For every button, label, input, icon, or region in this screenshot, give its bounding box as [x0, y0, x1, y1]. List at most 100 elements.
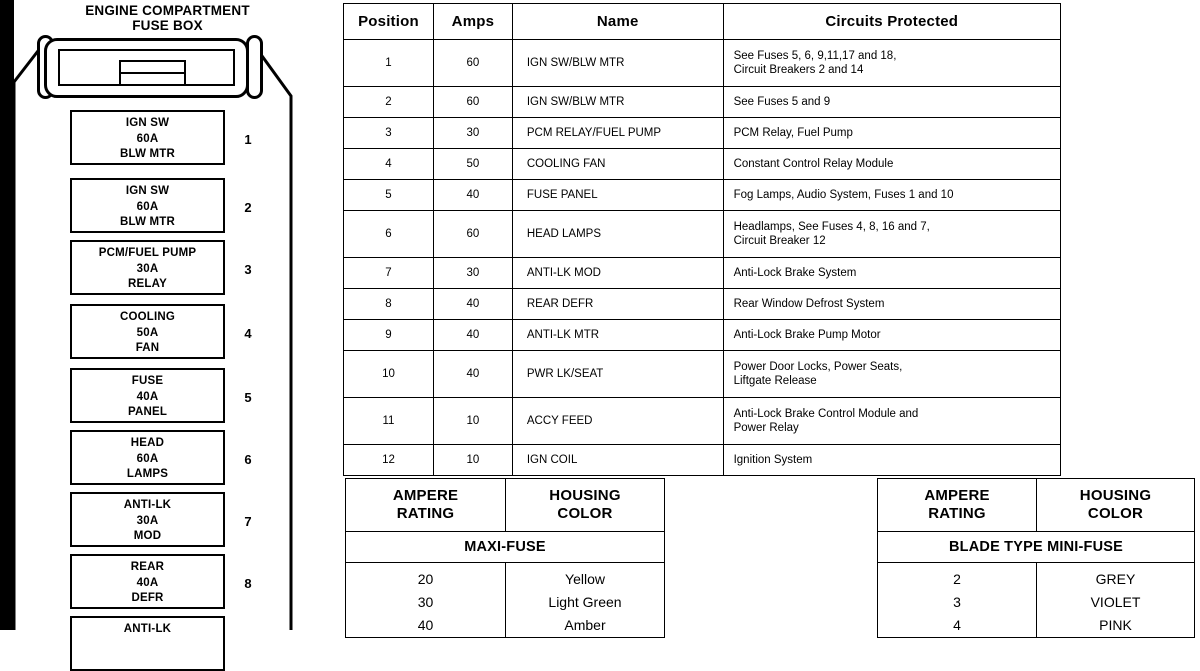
cell-name: IGN COIL: [511, 444, 724, 476]
fuse-block-4-name2: FAN: [135, 342, 160, 354]
fuse-block-3-name: PCM/FUEL PUMP: [98, 247, 197, 259]
cell-circuits: See Fuses 5, 6, 9,11,17 and 18, Circuit B…: [722, 39, 1062, 87]
fuse-block-6-name: HEAD: [130, 437, 165, 449]
cell-amps: 40: [432, 179, 513, 211]
table-row: 12 10 IGN COIL Ignition System: [343, 444, 1062, 476]
diagram-title-line-1: ENGINE COMPARTMENT: [85, 3, 250, 18]
cell-position: 12: [343, 444, 434, 476]
fuse-block-5[interactable]: FUSE 40A PANEL: [70, 368, 225, 423]
fuse-block-8-amps: 40A: [136, 576, 159, 589]
cell-position: 5: [343, 179, 434, 211]
cell-name: PWR LK/SEAT: [511, 350, 724, 398]
fuse-block-6[interactable]: HEAD 60A LAMPS: [70, 430, 225, 485]
cell-name: ANTI-LK MOD: [511, 257, 724, 289]
cell-circuits: Power Door Locks, Power Seats, Liftgate R…: [722, 350, 1062, 398]
cell-position: 11: [343, 397, 434, 445]
fuse-block-9[interactable]: ANTI-LK: [70, 616, 225, 671]
maxi-fuse-color-table-container: AMPERE RATING HOUSING COLOR MAXI-FUSE 20…: [345, 478, 665, 638]
cell-amps: 60: [432, 86, 513, 118]
mini-header-housing-color: HOUSING COLOR: [1036, 478, 1195, 532]
fuse-circuits-table: Position Amps Name Circuits Protected 16…: [343, 3, 1062, 476]
table-header-row: Position Amps Name Circuits Protected: [343, 3, 1062, 40]
cell-position: 4: [343, 148, 434, 180]
header-circuits: Circuits Protected: [722, 3, 1062, 40]
maxi-colors-list: Yellow Light Green Amber: [505, 562, 665, 638]
cell-name: IGN SW/BLW MTR: [511, 39, 724, 87]
cell-position: 2: [343, 86, 434, 118]
cell-name: IGN SW/BLW MTR: [511, 86, 724, 118]
header-position: Position: [343, 3, 434, 40]
fuse-block-4-name: COOLING: [119, 311, 176, 323]
fuse-index-7: 7: [244, 514, 252, 529]
fuse-block-4[interactable]: COOLING 50A FAN: [70, 304, 225, 359]
fuse-block-5-name2: PANEL: [127, 406, 168, 418]
cell-circuits: Ignition System: [722, 444, 1062, 476]
fuse-block-5-amps: 40A: [136, 390, 159, 403]
fuse-block-8-name: REAR: [130, 561, 165, 573]
table-row: 11 10 ACCY FEED Anti-Lock Brake Control Mod…: [343, 397, 1062, 445]
engine-compartment-fuse-box-diagram: ENGINE COMPARTMENT FUSE BOX IGN SW 60A B…: [0, 0, 335, 671]
cell-amps: 10: [432, 444, 513, 476]
maxi-header-rating: RATING: [396, 505, 455, 522]
fuse-block-4-amps: 50A: [136, 326, 159, 339]
diagram-title: ENGINE COMPARTMENT FUSE BOX: [30, 3, 305, 33]
cell-position: 10: [343, 350, 434, 398]
maxi-header-housing: HOUSING: [549, 487, 621, 504]
cell-circuits: See Fuses 5 and 9: [722, 86, 1062, 118]
maxi-subhead-row: MAXI-FUSE: [345, 531, 665, 563]
cell-circuits: PCM Relay, Fuel Pump: [722, 117, 1062, 149]
maxi-header-color: COLOR: [557, 505, 613, 522]
table-row: 8 40 REAR DEFR Rear Window Defrost System: [343, 288, 1062, 320]
mini-header-color: COLOR: [1087, 505, 1144, 522]
fuse-index-1: 1: [244, 132, 252, 147]
fuse-block-7[interactable]: ANTI-LK 30A MOD: [70, 492, 225, 547]
cell-name: COOLING FAN: [511, 148, 724, 180]
fuse-block-8[interactable]: REAR 40A DEFR: [70, 554, 225, 609]
fuse-block-7-name: ANTI-LK: [123, 499, 172, 511]
cell-amps: 60: [432, 39, 513, 87]
table-row: 5 40 FUSE PANEL Fog Lamps, Audio System, Fu…: [343, 179, 1062, 211]
table-row: 1 60 IGN SW/BLW MTR See Fuses 5, 6, 9,11,17…: [343, 39, 1062, 87]
maxi-header-housing-color: HOUSING COLOR: [505, 478, 665, 532]
maxi-values-row: 20 30 40 Yellow Light Green Amber: [345, 562, 665, 638]
mini-header-housing: HOUSING: [1079, 487, 1152, 504]
table-row: 6 60 HEAD LAMPS Headlamps, See Fuses 4, 8, …: [343, 210, 1062, 258]
fuse-index-5: 5: [244, 390, 252, 405]
cell-name: ANTI-LK MTR: [511, 319, 724, 351]
mini-header-ampere-rating: AMPERE RATING: [877, 478, 1037, 532]
cell-position: 8: [343, 288, 434, 320]
fuse-block-1-amps: 60A: [136, 132, 159, 145]
mini-values-row: 234 GREY VIOLET PINK: [877, 562, 1195, 638]
fuse-block-2-name2: BLW MTR: [119, 216, 176, 228]
cell-circuits: Fog Lamps, Audio System, Fuses 1 and 10: [722, 179, 1062, 211]
fuse-block-5-name: FUSE: [131, 375, 164, 387]
cell-name: REAR DEFR: [511, 288, 724, 320]
fuse-block-2-amps: 60A: [136, 200, 159, 213]
cell-circuits: Anti-Lock Brake System: [722, 257, 1062, 289]
fuse-block-3[interactable]: PCM/FUEL PUMP 30A RELAY: [70, 240, 225, 295]
cell-position: 9: [343, 319, 434, 351]
mini-header-rating: RATING: [928, 505, 986, 522]
mini-fuse-subheading: BLADE TYPE MINI-FUSE: [877, 531, 1195, 563]
header-name: Name: [511, 3, 724, 40]
maxi-header-row: AMPERE RATING HOUSING COLOR: [345, 478, 665, 532]
fuse-circuits-table-container: Position Amps Name Circuits Protected 16…: [343, 3, 1062, 476]
cell-name: PCM RELAY/FUEL PUMP: [511, 117, 724, 149]
table-row: 2 60 IGN SW/BLW MTR See Fuses 5 and 9: [343, 86, 1062, 118]
cell-name: FUSE PANEL: [511, 179, 724, 211]
fuse-block-6-name2: LAMPS: [126, 468, 169, 480]
fuse-block-2-name: IGN SW: [125, 185, 170, 197]
fuse-index-4: 4: [244, 326, 252, 341]
cell-amps: 40: [432, 319, 513, 351]
fuse-block-1[interactable]: IGN SW 60A BLW MTR: [70, 110, 225, 165]
mini-colors-list: GREY VIOLET PINK: [1036, 562, 1195, 638]
cell-position: 7: [343, 257, 434, 289]
fuse-block-7-name2: MOD: [133, 530, 162, 542]
fuse-index-6: 6: [244, 452, 252, 467]
fuse-block-3-amps: 30A: [136, 262, 159, 275]
cell-circuits: Anti-Lock Brake Control Module and Power …: [722, 397, 1062, 445]
cell-position: 1: [343, 39, 434, 87]
fuse-block-2[interactable]: IGN SW 60A BLW MTR: [70, 178, 225, 233]
fuse-index-8: 8: [244, 576, 252, 591]
table-row: 9 40 ANTI-LK MTR Anti-Lock Brake Pump Motor: [343, 319, 1062, 351]
